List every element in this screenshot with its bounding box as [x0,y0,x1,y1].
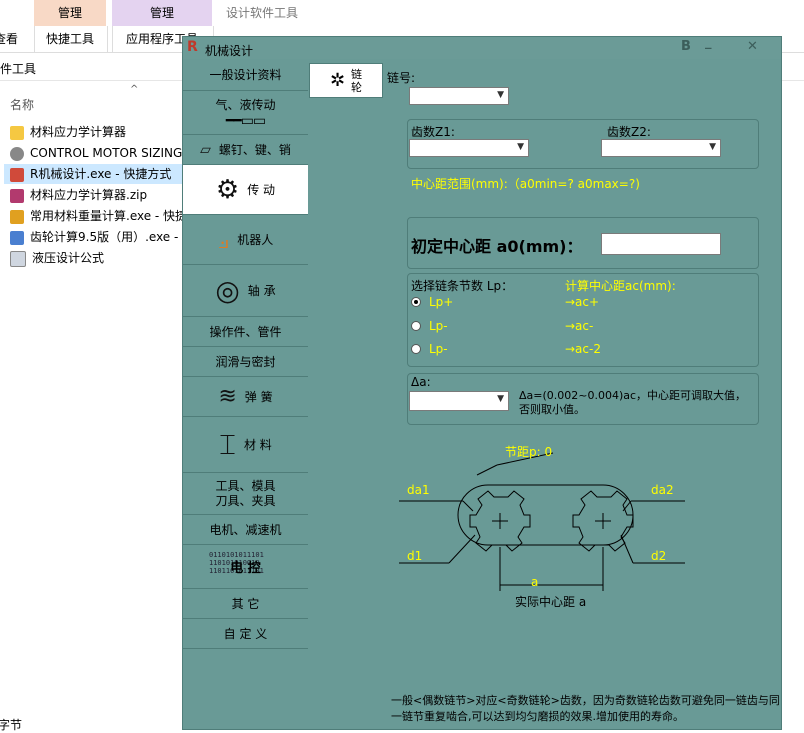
file-item[interactable]: 齿轮计算9.5版（用）.exe - [10,227,178,247]
lp-minus-label: Lp- [429,319,448,333]
ribbon-tab-view[interactable]: 查看 [0,30,18,47]
nav-item-electric-control[interactable]: 0110101011101 110101010010 1101101011101 电 … [183,545,308,589]
chevron-down-icon: ▼ [497,394,504,404]
nav-item-other[interactable]: 其 它 [183,589,308,619]
d2-label: d2 [651,549,667,563]
robot-arm-icon: ⟓ [217,225,230,254]
status-bar-text: 字节 [0,718,23,732]
nav-item-operating-parts[interactable]: 操作件、管件 [183,317,308,347]
nav-item-custom[interactable]: 自 定 义 [183,619,308,649]
lp-plus-radio[interactable] [411,297,421,307]
da1-label: da1 [407,483,430,497]
delta-note: Δa=(0.002~0.004)ac，中心距可调取大值，否则取小值。 [519,389,747,416]
z2-select[interactable]: ▼ [601,139,721,157]
file-item[interactable]: CONTROL MOTOR SIZING [10,143,182,163]
z1-select[interactable]: ▼ [409,139,529,157]
a-label: a [531,575,539,589]
app-logo-icon: R [187,39,198,55]
column-header-name[interactable]: 名称 [10,96,34,113]
sort-up-icon: ^ [130,84,139,95]
shortcut-icon [10,167,24,182]
delta-label: Δa: [411,375,431,389]
nav-item-pneumatic[interactable]: 气、液传动 ━━▭▭ [183,91,308,135]
d2-leader [620,534,634,564]
nav-item-robot[interactable]: ⟓ 机器人 [183,215,308,265]
z2-label: 齿数Z2: [607,125,651,139]
nav-item-general[interactable]: 一般设计资料 [183,59,308,91]
shortcut-icon [10,230,24,245]
center-range-text: 中心距范围(mm):（a0min=? a0max=?) [411,177,640,191]
nav-item-transmission[interactable]: ⚙ 传 动 [183,165,308,215]
app-icon [10,146,24,161]
close-button[interactable]: ✕ [747,39,758,54]
ac-minus-2-label: →ac-2 [565,342,601,356]
da1-leader [462,500,474,512]
lp-minus-radio[interactable] [411,321,421,331]
ribbon-tab-manage-1[interactable]: 管理 [34,0,106,26]
nav-item-fasteners[interactable]: ▱ 螺钉、键、销 [183,135,308,165]
chevron-down-icon: ▼ [517,142,524,152]
address-bar[interactable]: 件工具 [0,60,36,77]
b-button[interactable]: B [681,39,691,54]
da2-label: da2 [651,483,674,497]
nav-item-motor[interactable]: 电机、减速机 [183,515,308,545]
ribbon-title: 设计软件工具 [226,6,299,20]
pitch-leader [476,464,498,476]
z1-label: 齿数Z1: [411,125,455,139]
pin-icon: ▱ [200,141,211,158]
sprocket-icon: ✲ [329,70,346,91]
document-icon [10,250,26,267]
file-item[interactable]: 材料应力学计算器.zip [10,185,147,205]
window-title: 机械设计 [205,44,254,58]
d1-leader [448,534,476,564]
bearing-icon: ◎ [215,274,240,307]
window-titlebar[interactable]: R 机械设计 B _ ✕ [183,35,781,59]
chain-no-select[interactable]: ▼ [409,87,509,105]
nav-item-bearing[interactable]: ◎ 轴 承 [183,265,308,317]
spring-icon: ≋ [218,384,237,409]
minimize-button[interactable]: _ [705,35,712,50]
chain-drive-icon: ⚙ [215,174,240,205]
lp-label: 选择链条节数 Lp： [411,279,514,293]
ac-plus-label: →ac+ [565,295,600,309]
nav-item-tools[interactable]: 工具、模具 刀具、夹具 [183,473,308,515]
chevron-down-icon: ▼ [709,142,716,152]
chain-no-label: 链号: [387,71,416,85]
sprocket-left [469,490,531,552]
ribbon-tab-manage-2[interactable]: 管理 [112,0,212,26]
actual-center-label: 实际中心距 a [515,595,587,609]
lp-plus-label: Lp+ [429,295,454,309]
cylinder-icon: ━━▭▭ [225,113,266,129]
nav-item-material[interactable]: ⌶ 材 料 [183,417,308,473]
ac-minus-label: →ac- [565,319,594,333]
sprocket-diagram [399,452,685,591]
a0-input[interactable] [601,233,721,255]
file-item-selected[interactable]: R机械设计.exe - 快捷方式 [4,164,190,184]
app-window: R 机械设计 B _ ✕ 一般设计资料 气、液传动 ━━▭▭ ▱ 螺钉、键、销 ⚙ 传… [182,35,782,730]
d1-label: d1 [407,549,423,563]
pitch-label: 节距p: 0 [505,445,553,459]
ribbon-tab-shortcut[interactable]: 快捷工具 [46,30,94,47]
i-beam-icon: ⌶ [219,427,236,461]
lp-minus-2-label: Lp- [429,342,448,356]
a0-label: 初定中心距 a0(mm)： [411,237,583,256]
nav-item-spring[interactable]: ≋ 弹 簧 [183,377,308,417]
file-item[interactable]: 常用材料重量计算.exe - 快捷 [10,206,187,226]
lp-minus-2-radio[interactable] [411,344,421,354]
tab-sprocket[interactable]: ✲ 链 轮 [309,63,383,98]
zip-icon [10,188,24,203]
file-item[interactable]: 液压设计公式 [10,248,104,268]
footnote-text: 一般<偶数链节>对应<奇数链轮>齿数，因为奇数链轮齿数可避免同一链齿与同一链节重… [391,694,780,723]
ac-label: 计算中心距ac(mm): [565,279,676,293]
folder-icon [10,125,24,140]
nav-item-lubrication[interactable]: 润滑与密封 [183,347,308,377]
shortcut-icon [10,209,24,224]
category-nav: 一般设计资料 气、液传动 ━━▭▭ ▱ 螺钉、键、销 ⚙ 传 动 ⟓ 机器人 ◎ 轴 承 … [183,59,308,649]
file-item[interactable]: 材料应力学计算器 [10,122,126,142]
chevron-down-icon: ▼ [497,90,504,100]
delta-select[interactable]: ▼ [409,391,509,411]
